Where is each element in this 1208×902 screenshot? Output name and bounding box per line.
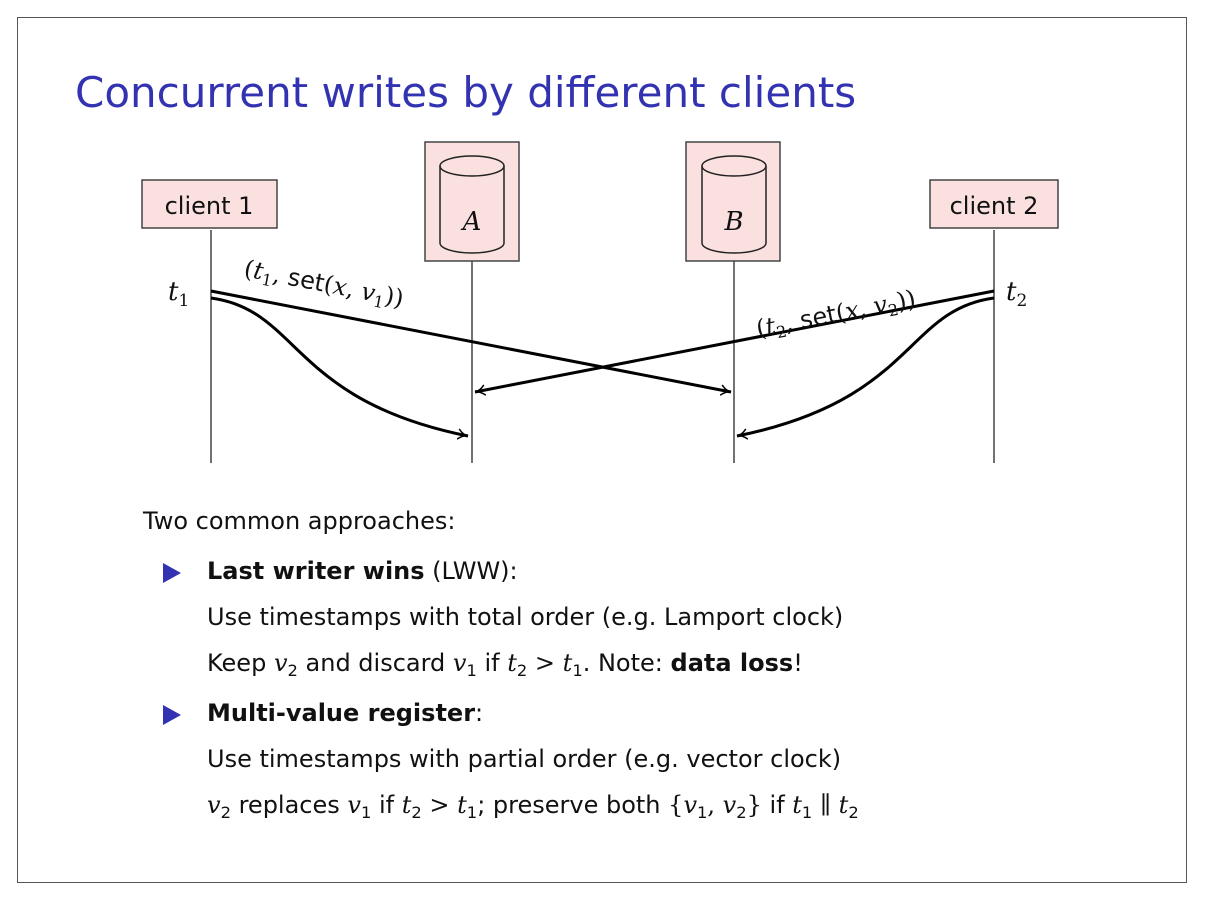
bullet1-line2: Keep v2 and discard v1 if t2 > t1. Note:… bbox=[207, 649, 803, 680]
client2-label: client 2 bbox=[950, 192, 1039, 220]
replicaB-node: B bbox=[685, 141, 781, 262]
intro-text: Two common approaches: bbox=[143, 507, 456, 535]
bullet-triangle-icon bbox=[163, 705, 181, 725]
client1-label: client 1 bbox=[165, 192, 254, 220]
message1-label: (t1, set(x, v1)) bbox=[241, 254, 406, 315]
replicaA-label: A bbox=[461, 207, 482, 237]
bullet2-line2: v2 replaces v1 if t2 > t1; preserve both… bbox=[207, 791, 859, 822]
bullet2-line1: Use timestamps with partial order (e.g. … bbox=[207, 745, 842, 773]
message2-label: (t2, set(x, v2)) bbox=[754, 285, 919, 346]
bullet1-heading: Last writer wins (LWW): bbox=[207, 557, 518, 585]
client2-node: client 2 bbox=[929, 179, 1059, 229]
replicaB-label: B bbox=[723, 207, 743, 237]
arrow-client1-to-A bbox=[210, 296, 469, 440]
replicaA-node: A bbox=[424, 141, 520, 262]
bullet-triangle-icon bbox=[163, 563, 181, 583]
client1-node: client 1 bbox=[141, 179, 278, 229]
bullet1-line1: Use timestamps with total order (e.g. La… bbox=[207, 603, 844, 631]
t1-label: t1 bbox=[168, 277, 189, 311]
bullet2-heading: Multi-value register: bbox=[207, 699, 484, 727]
t2-label: t2 bbox=[1006, 277, 1027, 311]
